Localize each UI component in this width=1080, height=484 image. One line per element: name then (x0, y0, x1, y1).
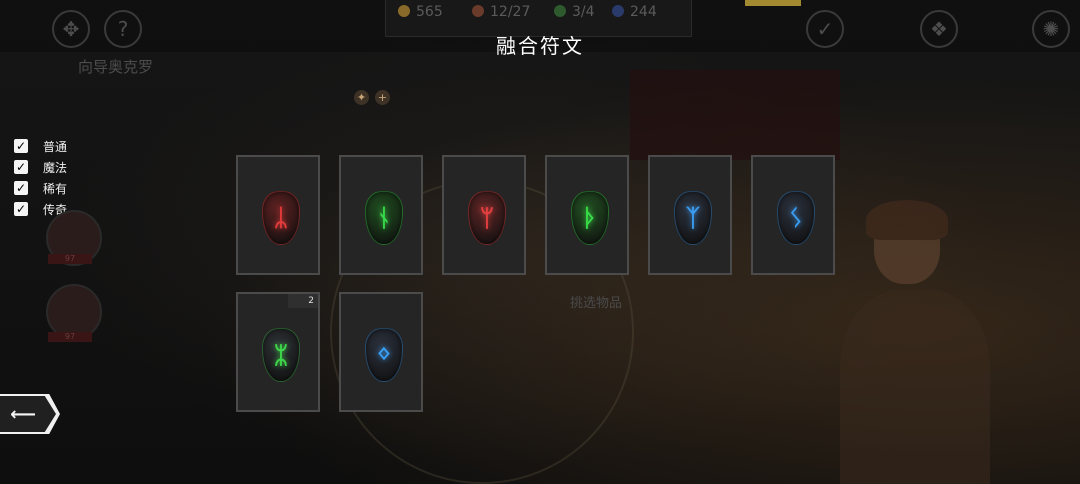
rune-glyph: ᚦ (582, 204, 598, 232)
resource-coin: 565 (398, 4, 443, 20)
rune-slot[interactable]: ᛉ (648, 155, 732, 275)
filter-magic[interactable]: ✓ 魔法 (14, 157, 67, 177)
rune-green-2-icon: ᚦ (571, 191, 609, 245)
rarity-filters: ✓ 普通 ✓ 魔法 ✓ 稀有 ✓ 传奇 (14, 136, 67, 220)
rune-type-icons: ✦ + (354, 86, 396, 105)
hero-hair (866, 200, 948, 240)
checkbox[interactable]: ✓ (14, 139, 28, 153)
item-count: 2 (288, 294, 318, 308)
rune-glyph: ᚾ (376, 204, 392, 232)
clover-value: 3/4 (572, 4, 595, 20)
rune-glyph: ᛯ (273, 341, 289, 369)
rune-glyph: ᛜ (376, 341, 392, 369)
checkbox[interactable]: ✓ (14, 202, 28, 216)
resource-clover: 3/4 (554, 4, 595, 20)
bag-icon (472, 5, 484, 17)
npc-name: 向导奥克罗 (78, 58, 154, 76)
gem-icon (612, 5, 624, 17)
rune-slot[interactable]: ᛘ (442, 155, 526, 275)
filter-label: 普通 (43, 139, 68, 154)
back-button[interactable]: ⟵ (0, 394, 60, 434)
rune-blue-2-icon: ᛊ (777, 191, 815, 245)
coin-value: 565 (416, 4, 443, 20)
resource-bag: 12/27 (472, 4, 530, 20)
rune-green-1-icon: ᚾ (365, 191, 403, 245)
coin-icon (398, 5, 410, 17)
gem-value: 244 (630, 4, 657, 20)
rune-glyph: ᛘ (479, 204, 495, 232)
rune-slot[interactable]: ᛦ (236, 155, 320, 275)
checkbox[interactable]: ✓ (14, 181, 28, 195)
back-arrow-icon: ⟵ (10, 403, 36, 425)
filter-common[interactable]: ✓ 普通 (14, 136, 67, 156)
rune-blue-3-icon: ᛜ (365, 328, 403, 382)
rune-glyph: ᛦ (273, 204, 289, 232)
add-icon[interactable]: + (375, 90, 390, 105)
resource-gem: 244 (612, 4, 657, 20)
gold-tab (745, 0, 801, 6)
rune-type-icon[interactable]: ✦ (354, 90, 369, 105)
rune-glyph: ᛊ (788, 204, 804, 232)
rune-red-2-icon: ᛘ (468, 191, 506, 245)
party-member-level: 97 (48, 254, 92, 264)
rune-slot[interactable]: ᛜ (339, 292, 423, 412)
filter-label: 稀有 (43, 181, 68, 196)
rune-slot[interactable]: ᛊ (751, 155, 835, 275)
clover-icon (554, 5, 566, 17)
hero-body (840, 290, 990, 484)
party-member-level: 97 (48, 332, 92, 342)
select-item-hint: 挑选物品 (570, 296, 623, 311)
rune-slot[interactable]: ᚦ (545, 155, 629, 275)
checkbox[interactable]: ✓ (14, 160, 28, 174)
rune-red-1-icon: ᛦ (262, 191, 300, 245)
rune-slot[interactable]: ᚾ (339, 155, 423, 275)
rune-blue-1-icon: ᛉ (674, 191, 712, 245)
rune-green-3-icon: ᛯ (262, 328, 300, 382)
rune-slot[interactable]: 2ᛯ (236, 292, 320, 412)
filter-rare[interactable]: ✓ 稀有 (14, 178, 67, 198)
rune-glyph: ᛉ (685, 204, 701, 232)
hero-character-art (820, 200, 1010, 484)
background-panel (630, 70, 840, 160)
filter-label: 魔法 (43, 160, 68, 175)
dialog-title: 融合符文 (496, 34, 584, 58)
bag-value: 12/27 (490, 4, 531, 20)
